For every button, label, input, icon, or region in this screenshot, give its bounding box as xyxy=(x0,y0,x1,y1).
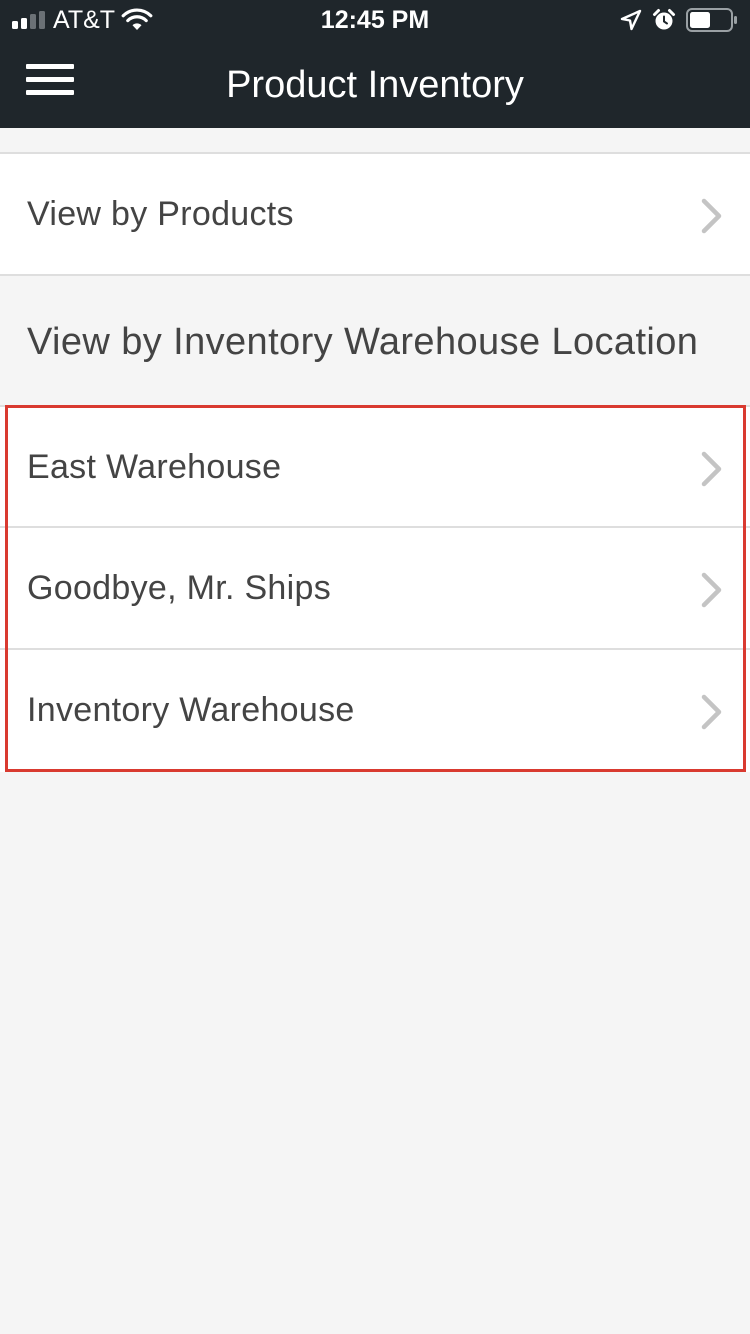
chevron-right-icon xyxy=(701,572,722,608)
view-by-products-row[interactable]: View by Products xyxy=(0,154,750,276)
warehouse-item-east-warehouse[interactable]: East Warehouse xyxy=(0,407,750,529)
divider xyxy=(0,274,750,276)
chevron-right-icon xyxy=(701,198,722,234)
warehouse-item-label: East Warehouse xyxy=(27,448,282,486)
alarm-icon xyxy=(653,9,675,30)
battery-icon xyxy=(686,8,737,32)
warehouse-item-label: Goodbye, Mr. Ships xyxy=(27,569,331,607)
status-bar: AT&T 12:45 PM xyxy=(0,0,750,40)
location-arrow-icon xyxy=(620,9,642,31)
top-bar: AT&T 12:45 PM Product Inventory xyxy=(0,0,750,128)
page-title: Product Inventory xyxy=(226,64,524,106)
screen: AT&T 12:45 PM Product Inventory View by … xyxy=(0,0,750,1334)
chevron-right-icon xyxy=(701,451,722,487)
warehouse-section-title: View by Inventory Warehouse Location xyxy=(27,321,699,363)
warehouse-item-inventory-warehouse[interactable]: Inventory Warehouse xyxy=(0,650,750,772)
view-by-products-label: View by Products xyxy=(27,195,294,233)
navigation-bar: Product Inventory xyxy=(0,40,750,128)
warehouse-item-goodbye-mr-ships[interactable]: Goodbye, Mr. Ships xyxy=(0,528,750,650)
warehouse-item-label: Inventory Warehouse xyxy=(27,691,355,729)
chevron-right-icon xyxy=(701,694,722,730)
